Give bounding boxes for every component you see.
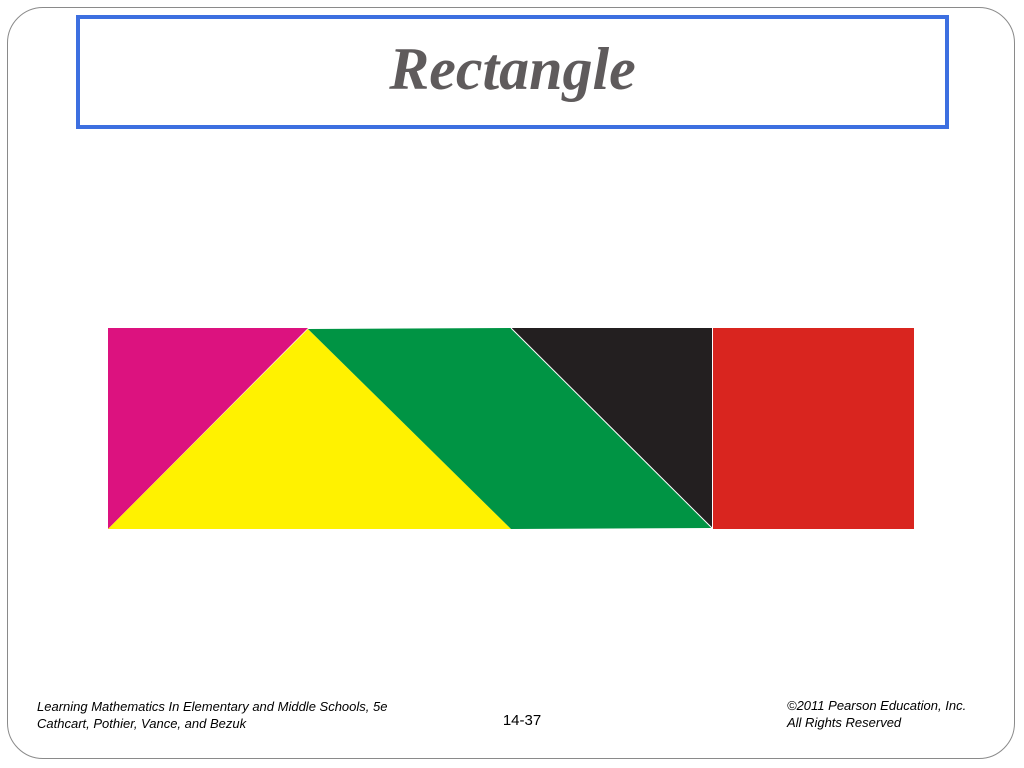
red-square (713, 328, 914, 529)
page-number: 14-37 (502, 712, 542, 729)
footer-authors: Cathcart, Pothier, Vance, and Bezuk (37, 716, 247, 731)
tangram-rectangle (108, 327, 914, 529)
footer-copyright: ©2011 Pearson Education, Inc. All Rights… (787, 697, 966, 731)
footer-copyright-line: ©2011 Pearson Education, Inc. (787, 698, 967, 713)
footer-rights-line: All Rights Reserved (787, 715, 902, 730)
footer-book-title: Learning Mathematics In Elementary and M… (37, 699, 388, 714)
footer-book-info: Learning Mathematics In Elementary and M… (37, 698, 387, 732)
